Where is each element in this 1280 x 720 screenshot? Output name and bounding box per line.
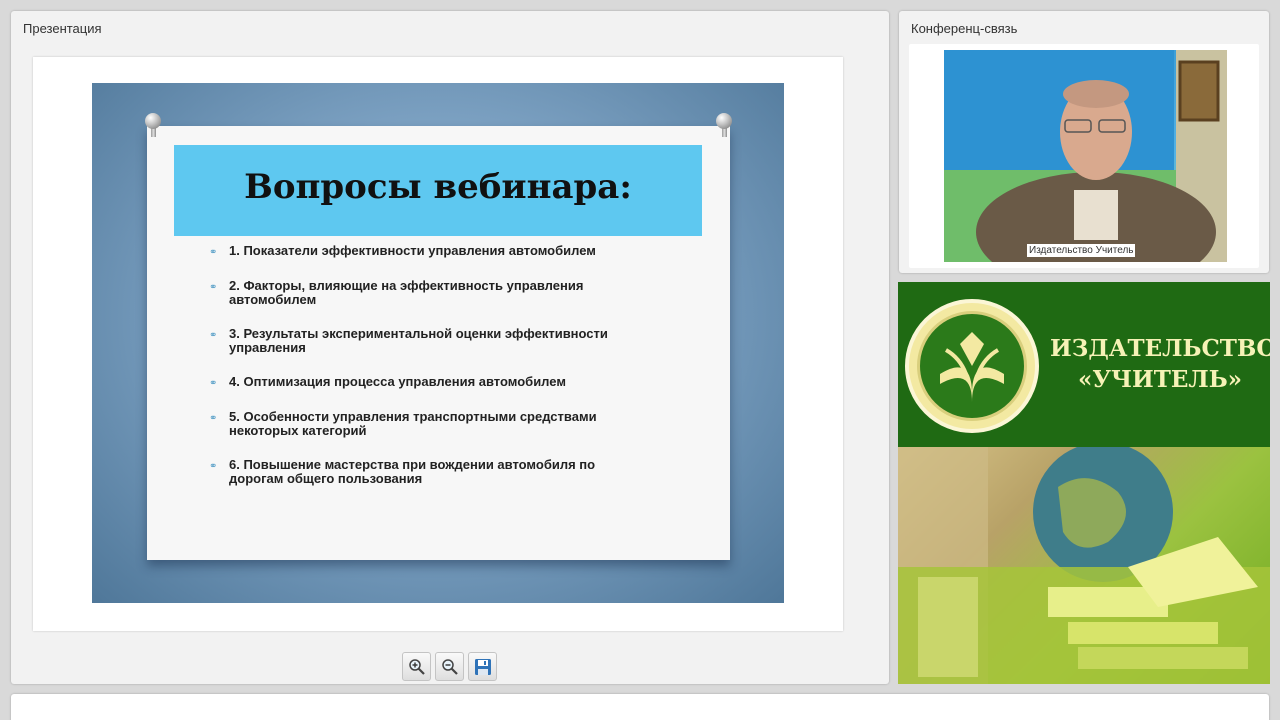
- conference-panel-title: Конференц-связь: [911, 21, 1018, 36]
- speaker-name-label: Издательство Учитель: [1027, 244, 1136, 257]
- slide-list-item: ⚭ 6. Повышение мастерства при вождении а…: [207, 458, 667, 486]
- slide-item-line: 2. Факторы, влияющие на эффективность уп…: [229, 278, 584, 293]
- presentation-panel-title: Презентация: [23, 21, 102, 36]
- slide-item-line: некоторых категорий: [229, 423, 367, 438]
- slide-item-line: управления: [229, 340, 306, 355]
- presentation-panel: Презентация Вопросы вебинара: ⚭ 1. Показ…: [11, 11, 889, 684]
- pushpin-icon: [143, 113, 163, 139]
- zoom-in-button[interactable]: [402, 652, 431, 681]
- slide-agenda-list: ⚭ 1. Показатели эффективности управления…: [207, 244, 667, 486]
- speaker-video[interactable]: Издательство Учитель: [944, 50, 1227, 262]
- banner-header: ИЗДАТЕЛЬСТВО «УЧИТЕЛЬ»: [898, 282, 1270, 447]
- zoom-in-icon: [408, 658, 425, 675]
- slide-item-line: 1. Показатели эффективности управления а…: [229, 243, 596, 258]
- slide-item-line: 5. Особенности управления транспортными …: [229, 409, 597, 424]
- slide-item-line: дорогам общего пользования: [229, 471, 423, 486]
- slide-list-item: ⚭ 5. Особенности управления транспортным…: [207, 410, 667, 438]
- bullet-icon: ⚭: [209, 413, 218, 424]
- bullet-icon: ⚭: [209, 247, 218, 258]
- conference-panel: Конференц-связь Издательство Учитель: [899, 11, 1269, 273]
- bottom-panel: [11, 694, 1269, 720]
- bullet-icon: ⚭: [209, 282, 218, 293]
- slide-heading: Вопросы вебинара:: [244, 167, 632, 207]
- slide-list-item: ⚭ 1. Показатели эффективности управления…: [207, 243, 667, 259]
- slide-title-bar: Вопросы вебинара:: [174, 145, 702, 236]
- floppy-disk-icon: [474, 658, 491, 675]
- slide-item-line: автомобилем: [229, 292, 317, 307]
- slide: Вопросы вебинара: ⚭ 1. Показатели эффект…: [92, 83, 784, 603]
- slide-item-line: 3. Результаты экспериментальной оценки э…: [229, 326, 608, 341]
- bullet-icon: ⚭: [209, 330, 218, 341]
- save-button[interactable]: [468, 652, 497, 681]
- speaker-figure: [944, 50, 1227, 262]
- book-leaf-icon: [940, 332, 1004, 402]
- banner-books-image: [898, 442, 1270, 684]
- slide-item-line: 4. Оптимизация процесса управления автом…: [229, 374, 566, 389]
- logo-inner: [917, 311, 1027, 421]
- video-frame: Издательство Учитель: [909, 44, 1259, 268]
- banner-title-line1: ИЗДАТЕЛЬСТВО: [1050, 335, 1270, 362]
- pushpin-icon: [714, 113, 734, 139]
- publisher-logo: [905, 299, 1039, 433]
- publisher-banner[interactable]: ИЗДАТЕЛЬСТВО «УЧИТЕЛЬ»: [898, 282, 1270, 684]
- slide-viewer: Вопросы вебинара: ⚭ 1. Показатели эффект…: [33, 57, 843, 631]
- slide-paper: Вопросы вебинара: ⚭ 1. Показатели эффект…: [147, 126, 730, 560]
- zoom-out-icon: [441, 658, 458, 675]
- slide-list-item: ⚭ 4. Оптимизация процесса управления авт…: [207, 374, 667, 390]
- bullet-icon: ⚭: [209, 461, 218, 472]
- slide-list-item: ⚭ 3. Результаты экспериментальной оценки…: [207, 327, 667, 355]
- bullet-icon: ⚭: [209, 378, 218, 389]
- zoom-out-button[interactable]: [435, 652, 464, 681]
- slide-item-line: 6. Повышение мастерства при вождении авт…: [229, 457, 596, 472]
- banner-title-line2: «УЧИТЕЛЬ»: [1077, 366, 1243, 393]
- slide-list-item: ⚭ 2. Факторы, влияющие на эффективность …: [207, 279, 667, 307]
- globe-books-illustration: [898, 442, 1270, 684]
